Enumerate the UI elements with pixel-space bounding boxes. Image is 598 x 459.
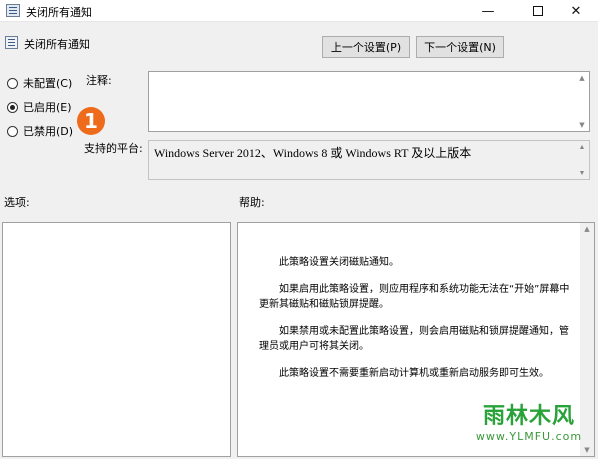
radio-circle[interactable] [7,77,18,89]
comment-scrollbar[interactable]: ▲ ▼ [575,72,589,131]
radio-disabled[interactable]: 已禁用(D) [7,123,73,139]
window-title: 关闭所有通知 [26,6,92,19]
watermark-url: www.YLMFU.com [475,430,583,443]
platform-scrollbar[interactable]: ▲ ▼ [575,141,589,179]
step-badge: 1 [77,107,105,135]
watermark-logo: 雨林木风 www.YLMFU.com [464,398,594,454]
radio-label-enabled: 已启用(E) [23,101,72,114]
help-paragraph: 此策略设置不需要重新启动计算机或重新启动服务即可生效。 [279,368,549,379]
options-label: 选项: [4,196,30,209]
radio-circle-checked[interactable] [7,101,18,113]
comment-label: 注释: [86,74,112,87]
radio-circle[interactable] [7,125,18,137]
scroll-up-icon: ▲ [579,74,585,82]
scroll-up-icon: ▲ [578,143,586,151]
radio-label-disabled: 已禁用(D) [23,125,74,138]
scroll-up-icon: ▲ [584,225,590,233]
previous-setting-button[interactable]: 上一个设置(P) [322,36,410,58]
title-bar: 关闭所有通知 — ✕ [0,0,598,22]
watermark-name: 雨林木风 [482,404,575,429]
comment-field[interactable]: ▲ ▼ [148,71,590,132]
options-pane [2,222,231,457]
next-setting-button[interactable]: 下一个设置(N) [416,36,504,58]
platform-value: Windows Server 2012、Windows 8 或 Windows … [154,146,472,160]
help-paragraph: 如果禁用或未配置此策略设置，则会启用磁贴和锁屏提醒通知，管理员或用户可将其关闭。 [259,326,569,352]
close-button[interactable]: ✕ [554,0,598,22]
platform-label: 支持的平台: [84,142,143,155]
setting-icon [5,36,18,49]
minimize-button[interactable]: — [466,0,510,22]
help-paragraph: 如果启用此策略设置，则应用程序和系统功能无法在“开始”屏幕中更新其磁贴和磁贴锁屏… [259,284,570,310]
radio-enabled[interactable]: 已启用(E) [7,99,72,115]
setting-title: 关闭所有通知 [24,38,90,51]
radio-label-not-configured: 未配置(C) [23,77,73,90]
platform-field: Windows Server 2012、Windows 8 或 Windows … [148,140,590,180]
maximize-icon [533,6,543,16]
help-paragraph: 此策略设置关闭磁贴通知。 [279,257,399,268]
help-label: 帮助: [239,196,265,209]
scroll-down-icon: ▼ [579,121,585,129]
policy-icon [6,4,20,17]
radio-not-configured[interactable]: 未配置(C) [7,75,72,91]
scroll-down-icon: ▼ [578,169,586,177]
